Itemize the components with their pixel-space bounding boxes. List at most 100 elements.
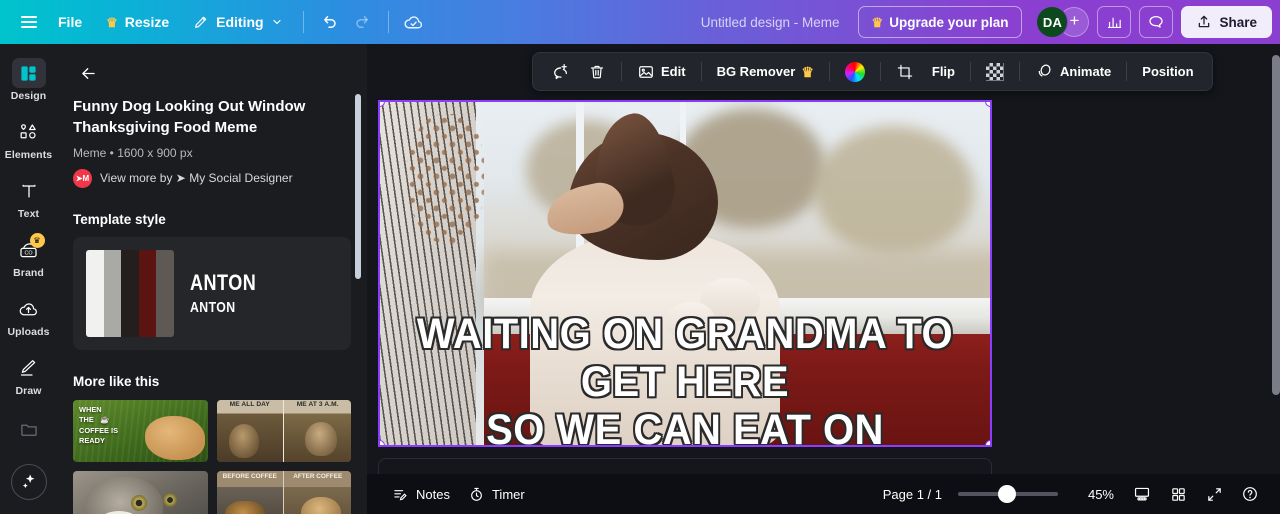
sidebar-item-projects[interactable] <box>3 408 55 449</box>
resize-handle-br[interactable] <box>985 440 990 445</box>
template-author-link[interactable]: ➤M View more by ➤ My Social Designer <box>73 168 351 188</box>
pencil-icon <box>193 14 209 30</box>
toolbar-divider-1 <box>302 11 304 33</box>
magic-studio-button[interactable] <box>10 464 47 500</box>
color-button[interactable] <box>837 58 873 86</box>
toolbar-separator <box>1018 62 1020 81</box>
thumb-caption: BEFORE COFFEE <box>222 472 277 480</box>
sidebar-item-uploads[interactable]: Uploads <box>3 288 55 343</box>
toolbar-separator <box>1126 62 1128 81</box>
comments-button[interactable] <box>1139 6 1174 38</box>
toolbar-separator <box>828 62 830 81</box>
back-arrow-icon <box>79 64 98 83</box>
cloud-save-status-button[interactable] <box>397 6 431 38</box>
panel-scrollbar[interactable] <box>355 94 361 279</box>
element-toolbar: Edit BG Remover ♛ Flip Animate Position <box>532 52 1213 91</box>
animate-button[interactable]: Animate <box>1027 58 1119 86</box>
list-item[interactable]: ME ALL DAY ME AT 3 A.M. <box>216 399 351 462</box>
grid-view-button[interactable] <box>1162 479 1194 509</box>
dog-paw <box>666 302 716 340</box>
undo-button[interactable] <box>312 6 346 38</box>
cloud-saved-icon <box>403 12 424 33</box>
palette-swatch <box>121 249 139 337</box>
upload-cloud-icon <box>12 294 46 324</box>
palette-swatch <box>156 249 174 337</box>
palette-swatch <box>138 249 157 337</box>
list-item[interactable]: WHEN THE ☕ COFFEE IS READY <box>73 399 208 462</box>
add-comment-button[interactable] <box>543 58 578 86</box>
top-toolbar-right-group: Untitled design - Meme ♛ Upgrade your pl… <box>691 6 1272 38</box>
sidebar-item-label: Design <box>10 90 47 102</box>
style-body-font: ANTON <box>190 299 236 317</box>
left-rail: Design Elements Text CO ♛ Brand Uploads … <box>0 44 57 514</box>
toolbar-separator <box>969 62 971 81</box>
document-title[interactable]: Untitled design - Meme <box>691 15 850 30</box>
chevron-down-icon <box>271 16 283 28</box>
editing-label: Editing <box>216 14 264 30</box>
notes-button[interactable]: Notes <box>383 480 459 508</box>
presentation-view-button[interactable] <box>1126 479 1158 509</box>
edit-image-icon <box>637 63 655 81</box>
sidebar-item-brand[interactable]: CO ♛ Brand <box>3 229 55 284</box>
list-item[interactable]: BEFORE COFFEE AFTER COFFEE <box>216 470 351 514</box>
resize-button[interactable]: ♛ Resize <box>94 7 181 37</box>
crop-button[interactable] <box>888 58 922 86</box>
crown-icon: ♛ <box>106 14 118 30</box>
presentation-view-icon <box>1133 485 1151 503</box>
redo-button[interactable] <box>346 6 380 38</box>
timer-button[interactable]: Timer <box>459 480 534 508</box>
editing-mode-button[interactable]: Editing <box>181 7 294 37</box>
toolbar-separator <box>621 62 622 81</box>
sidebar-item-text[interactable]: Text <box>3 170 55 225</box>
undo-icon <box>320 13 338 31</box>
help-button[interactable] <box>1234 479 1266 509</box>
template-meta: Meme • 1600 x 900 px <box>73 145 193 160</box>
transparency-checker-icon <box>985 62 1004 81</box>
add-comment-icon <box>551 62 570 81</box>
canva-editor-window: File ♛ Resize Editing Untitled design - … <box>0 0 1280 514</box>
bg-remover-button[interactable]: BG Remover ♛ <box>709 58 822 86</box>
fullscreen-button[interactable] <box>1198 479 1230 509</box>
sidebar-item-elements[interactable]: Elements <box>3 111 55 166</box>
design-canvas[interactable]: WAITING ON GRANDMA TO GET HERE SO WE CAN… <box>378 100 992 447</box>
panel-back-button[interactable] <box>73 58 103 88</box>
list-item[interactable] <box>73 470 208 514</box>
zoom-level[interactable]: 45% <box>1074 487 1114 502</box>
editor-scrollbar[interactable] <box>1272 55 1280 395</box>
thumb-caption: WHEN THE ☕ COFFEE IS READY <box>79 404 119 446</box>
edit-label: Edit <box>661 64 686 79</box>
brand-kit-icon: CO ♛ <box>12 233 46 265</box>
color-wheel-icon <box>844 61 865 82</box>
bottom-bar-right-group: Page 1 / 1 45% <box>883 479 1266 509</box>
timer-icon <box>468 486 485 503</box>
hamburger-menu-button[interactable] <box>12 6 46 38</box>
zoom-slider[interactable] <box>958 485 1058 503</box>
collaborators-group: DA + <box>1036 6 1090 38</box>
flip-button[interactable]: Flip <box>924 58 963 86</box>
file-menu-button[interactable]: File <box>46 7 94 37</box>
bg-remover-label: BG Remover <box>716 64 796 79</box>
share-upload-icon <box>1196 14 1212 30</box>
insights-button[interactable] <box>1097 6 1132 38</box>
crop-icon <box>896 63 914 81</box>
transparency-button[interactable] <box>978 58 1012 86</box>
edit-image-button[interactable]: Edit <box>629 58 694 86</box>
fullscreen-icon <box>1206 486 1223 503</box>
sidebar-item-draw[interactable]: Draw <box>3 347 55 402</box>
file-menu-label: File <box>58 14 83 30</box>
author-avatar: ➤M <box>73 168 92 188</box>
position-button[interactable]: Position <box>1134 58 1201 86</box>
timer-label: Timer <box>491 486 525 502</box>
upgrade-plan-button[interactable]: ♛ Upgrade your plan <box>857 6 1023 38</box>
share-label: Share <box>1219 14 1257 30</box>
share-button[interactable]: Share <box>1181 6 1272 38</box>
zoom-slider-thumb[interactable] <box>998 485 1016 503</box>
bar-chart-icon <box>1106 14 1123 31</box>
sidebar-item-label: Uploads <box>7 326 50 338</box>
template-style-card[interactable]: ANTON ANTON <box>73 236 351 350</box>
delete-button[interactable] <box>580 58 614 86</box>
crown-icon: ♛ <box>871 14 884 30</box>
sidebar-item-design[interactable]: Design <box>3 52 55 107</box>
help-question-icon <box>1241 485 1259 503</box>
palette-swatch <box>86 249 104 337</box>
